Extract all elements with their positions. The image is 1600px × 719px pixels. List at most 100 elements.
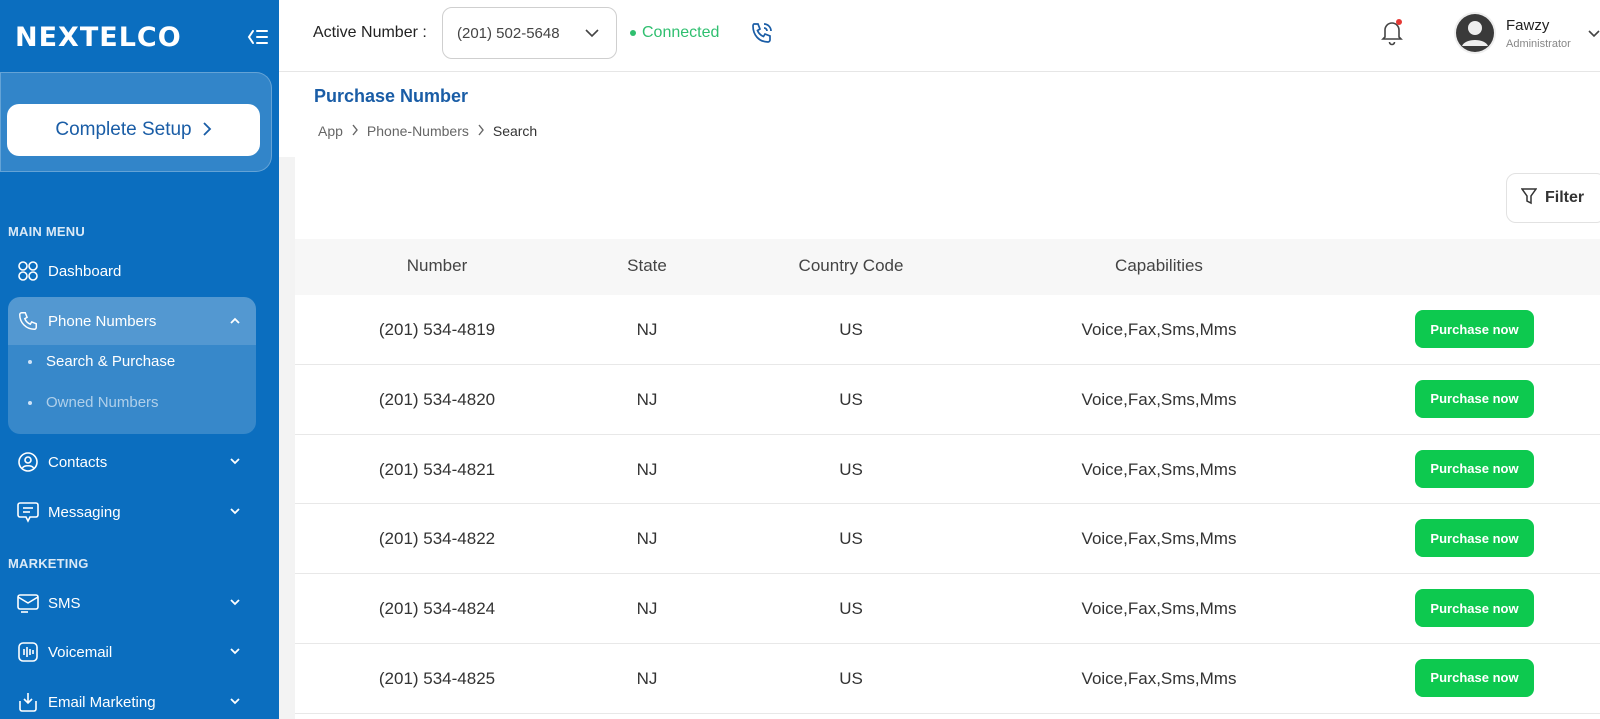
collapse-sidebar-icon[interactable] [246, 26, 270, 48]
sidebar-item-label: Contacts [48, 453, 108, 471]
sidebar-item-label: Messaging [48, 503, 121, 521]
sidebar-subitem-search-purchase[interactable]: Search & Purchase [28, 353, 175, 370]
connection-status: Connected [630, 24, 719, 42]
column-header-number[interactable]: Number [407, 256, 467, 276]
connection-status-text: Connected [642, 24, 720, 41]
status-dot [630, 30, 636, 36]
phone-icon [16, 309, 40, 333]
chevron-up-icon [228, 314, 242, 328]
phone-call-icon[interactable] [749, 20, 775, 46]
active-number-select[interactable]: (201) 502-5648 [442, 7, 617, 59]
chevron-right-icon [202, 120, 212, 141]
table-row: (201) 534-4820 NJ US Voice,Fax,Sms,Mms P… [295, 365, 1600, 435]
cell-number: (201) 534-4825 [378, 668, 496, 688]
sidebar: NEXTELCO Complete Setup MAIN MENU Dashbo… [0, 0, 279, 719]
filter-icon [1520, 187, 1538, 210]
purchase-now-button[interactable]: Purchase now [1415, 449, 1534, 488]
column-header-state[interactable]: State [627, 256, 667, 276]
cell-number: (201) 534-4819 [378, 320, 496, 339]
table-row: (201) 534-4821 NJ US Voice,Fax,Sms,Mms P… [295, 435, 1600, 505]
notification-bell-icon[interactable] [1379, 18, 1405, 46]
brand-logo[interactable]: NEXTELCO [15, 22, 182, 53]
chevron-right-icon [351, 123, 359, 139]
sidebar-item-label: SMS [48, 594, 81, 612]
user-name: Fawzy [1506, 17, 1550, 34]
breadcrumb-search: Search [492, 123, 538, 139]
cell-number: (201) 534-4824 [378, 599, 496, 619]
filter-label: Filter [1545, 189, 1585, 206]
chevron-down-icon [228, 644, 242, 658]
purchase-now-button[interactable]: Purchase now [1415, 589, 1534, 628]
column-header-country-code[interactable]: Country Code [799, 256, 904, 276]
column-header-capabilities[interactable]: Capabilities [1115, 256, 1203, 276]
page-title: Purchase Number [314, 86, 469, 106]
phone-numbers-group: Phone Numbers Search & Purchase Owned Nu… [8, 297, 256, 434]
cell-country-code: US [839, 529, 863, 549]
sidebar-item-email-marketing[interactable]: Email Marketing [8, 682, 256, 719]
sms-icon [16, 591, 40, 615]
purchase-now-button[interactable]: Purchase now [1415, 379, 1534, 418]
active-number-value: (201) 502-5648 [457, 24, 560, 42]
cell-state: NJ [636, 599, 658, 619]
voicemail-icon [16, 640, 40, 664]
complete-setup-button[interactable]: Complete Setup [7, 104, 260, 156]
marketing-heading: MARKETING [8, 556, 89, 571]
cell-country-code: US [839, 389, 863, 409]
filter-button[interactable]: Filter [1506, 173, 1600, 223]
cell-capabilities: Voice,Fax,Sms,Mms [1081, 668, 1237, 688]
cell-state: NJ [636, 459, 658, 479]
chevron-down-icon [228, 454, 242, 468]
chevron-down-icon [228, 694, 242, 708]
sidebar-item-messaging[interactable]: Messaging [8, 492, 256, 532]
bullet-dot [28, 400, 32, 405]
active-number-label: Active Number : [313, 24, 427, 41]
sidebar-item-voicemail[interactable]: Voicemail [8, 632, 256, 672]
sidebar-subitem-label: Search & Purchase [46, 353, 176, 370]
cell-state: NJ [636, 320, 658, 339]
grid-icon [16, 259, 40, 283]
table-row: (201) 534-4824 NJ US Voice,Fax,Sms,Mms P… [295, 574, 1600, 644]
chevron-down-icon[interactable] [1587, 27, 1600, 39]
breadcrumb: App Phone-Numbers Search [318, 123, 537, 139]
cell-state: NJ [636, 529, 658, 549]
top-bar: Active Number : (201) 502-5648 Connected… [279, 0, 1600, 72]
purchase-now-button[interactable]: Purchase now [1415, 519, 1534, 558]
table-header: Number State Country Code Capabilities [295, 239, 1600, 295]
sidebar-item-label: Dashboard [48, 262, 122, 280]
chevron-down-icon [228, 595, 242, 609]
chevron-down-icon [584, 26, 600, 40]
contact-icon [16, 450, 40, 474]
cell-state: NJ [636, 668, 658, 688]
cell-capabilities: Voice,Fax,Sms,Mms [1081, 529, 1237, 549]
sidebar-item-sms[interactable]: SMS [8, 583, 256, 623]
sidebar-subitem-label: Owned Numbers [46, 394, 159, 411]
notification-dot [1396, 19, 1402, 25]
breadcrumb-app[interactable]: App [318, 123, 343, 139]
cell-capabilities: Voice,Fax,Sms,Mms [1081, 459, 1237, 479]
cell-capabilities: Voice,Fax,Sms,Mms [1081, 320, 1237, 339]
sidebar-item-contacts[interactable]: Contacts [8, 442, 256, 482]
sidebar-item-dashboard[interactable]: Dashboard [8, 251, 256, 291]
cell-number: (201) 534-4821 [378, 459, 496, 479]
chevron-right-icon [477, 123, 485, 139]
setup-panel: Complete Setup [0, 72, 272, 172]
table-row: (201) 534-4822 NJ US Voice,Fax,Sms,Mms P… [295, 504, 1600, 575]
sidebar-item-label: Email Marketing [48, 693, 156, 711]
cell-number: (201) 534-4822 [378, 529, 496, 549]
avatar[interactable] [1454, 12, 1496, 54]
cell-capabilities: Voice,Fax,Sms,Mms [1081, 389, 1237, 409]
table-row: (201) 534-4819 NJ US Voice,Fax,Sms,Mms P… [295, 295, 1600, 365]
sidebar-subitem-owned-numbers[interactable]: Owned Numbers [28, 394, 159, 411]
table-row: (201) 534-4825 NJ US Voice,Fax,Sms,Mms P… [295, 644, 1600, 714]
sidebar-item-label: Voicemail [48, 643, 113, 661]
bullet-dot [28, 359, 32, 364]
sidebar-item-phone-numbers[interactable]: Phone Numbers [8, 297, 256, 345]
purchase-now-button[interactable]: Purchase now [1415, 658, 1534, 697]
sidebar-item-label: Phone Numbers [48, 312, 157, 330]
cell-country-code: US [839, 459, 863, 479]
message-icon [16, 500, 40, 524]
chevron-down-icon [228, 504, 242, 518]
purchase-now-button[interactable]: Purchase now [1415, 310, 1534, 348]
content-edge [279, 157, 295, 719]
breadcrumb-phone-numbers[interactable]: Phone-Numbers [367, 123, 469, 139]
